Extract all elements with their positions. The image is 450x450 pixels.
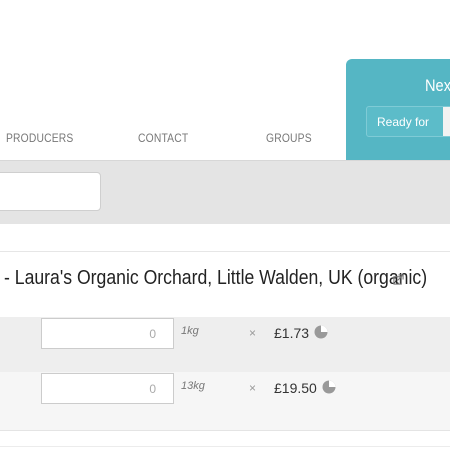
cart-status-divider [443,107,450,136]
cart-panel[interactable]: Nex Ready for [346,59,450,160]
times-symbol: × [249,326,257,340]
variant-price: £19.50 [274,380,317,396]
cart-title: Nex [425,76,450,95]
nav-link-groups[interactable]: GROUPS [266,131,312,145]
filter-bar [0,161,450,224]
product-title: - Laura's Organic Orchard, Little Walden… [4,266,428,289]
pie-chart-icon[interactable] [322,380,336,394]
product-header: - Laura's Organic Orchard, Little Walden… [0,251,450,310]
nav-link-contact[interactable]: CONTACT [138,131,188,145]
nav-link-producers[interactable]: PRODUCERS [6,131,73,145]
variant-row: 1kg × £1.73 [0,317,450,373]
cart-status-label: Ready for [377,115,430,129]
external-link-icon[interactable] [393,274,404,285]
search-input[interactable] [0,172,101,211]
variant-price: £1.73 [274,325,310,341]
quantity-input[interactable] [41,318,174,349]
pie-chart-icon[interactable] [314,325,328,339]
variant-row: 13kg × £19.50 [0,372,450,431]
cart-status-button[interactable]: Ready for [366,106,450,137]
top-navigation: PRODUCERS CONTACT GROUPS Nex Ready for [0,0,450,161]
divider [0,446,450,447]
variant-unit: 1kg [181,325,199,337]
quantity-input[interactable] [41,373,174,404]
times-symbol: × [249,381,257,395]
variant-unit: 13kg [181,380,205,392]
